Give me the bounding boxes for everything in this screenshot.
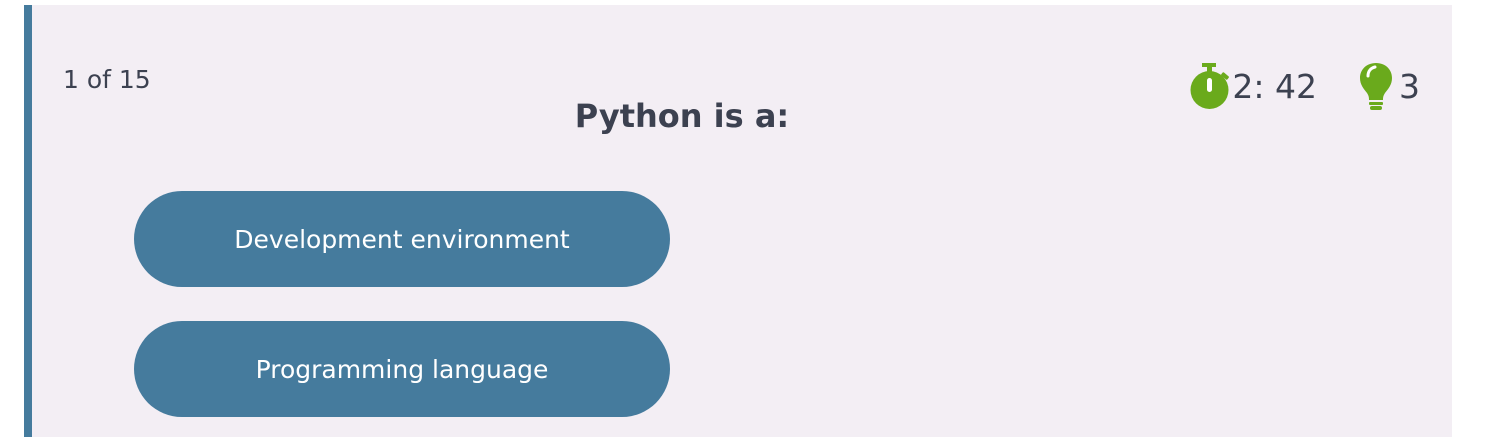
timer-value: 2: 42 [1232,66,1317,106]
stopwatch-icon [1189,61,1231,111]
question-progress: 1 of 15 [63,65,151,94]
answer-option-development-environment[interactable]: Development environment [134,191,670,287]
question-text: Python is a: [574,97,790,135]
lightbulb-icon [1359,61,1393,111]
hints-count: 3 [1399,66,1420,106]
quiz-stats: 2: 42 3 [1189,61,1420,111]
timer: 2: 42 [1189,61,1317,111]
answer-option-programming-language[interactable]: Programming language [134,321,670,417]
hints[interactable]: 3 [1359,61,1420,111]
quiz-card: 1 of 15 Python is a: 2: 42 3 Development… [24,5,1452,437]
answer-list: Development environment Programming lang… [134,191,670,417]
